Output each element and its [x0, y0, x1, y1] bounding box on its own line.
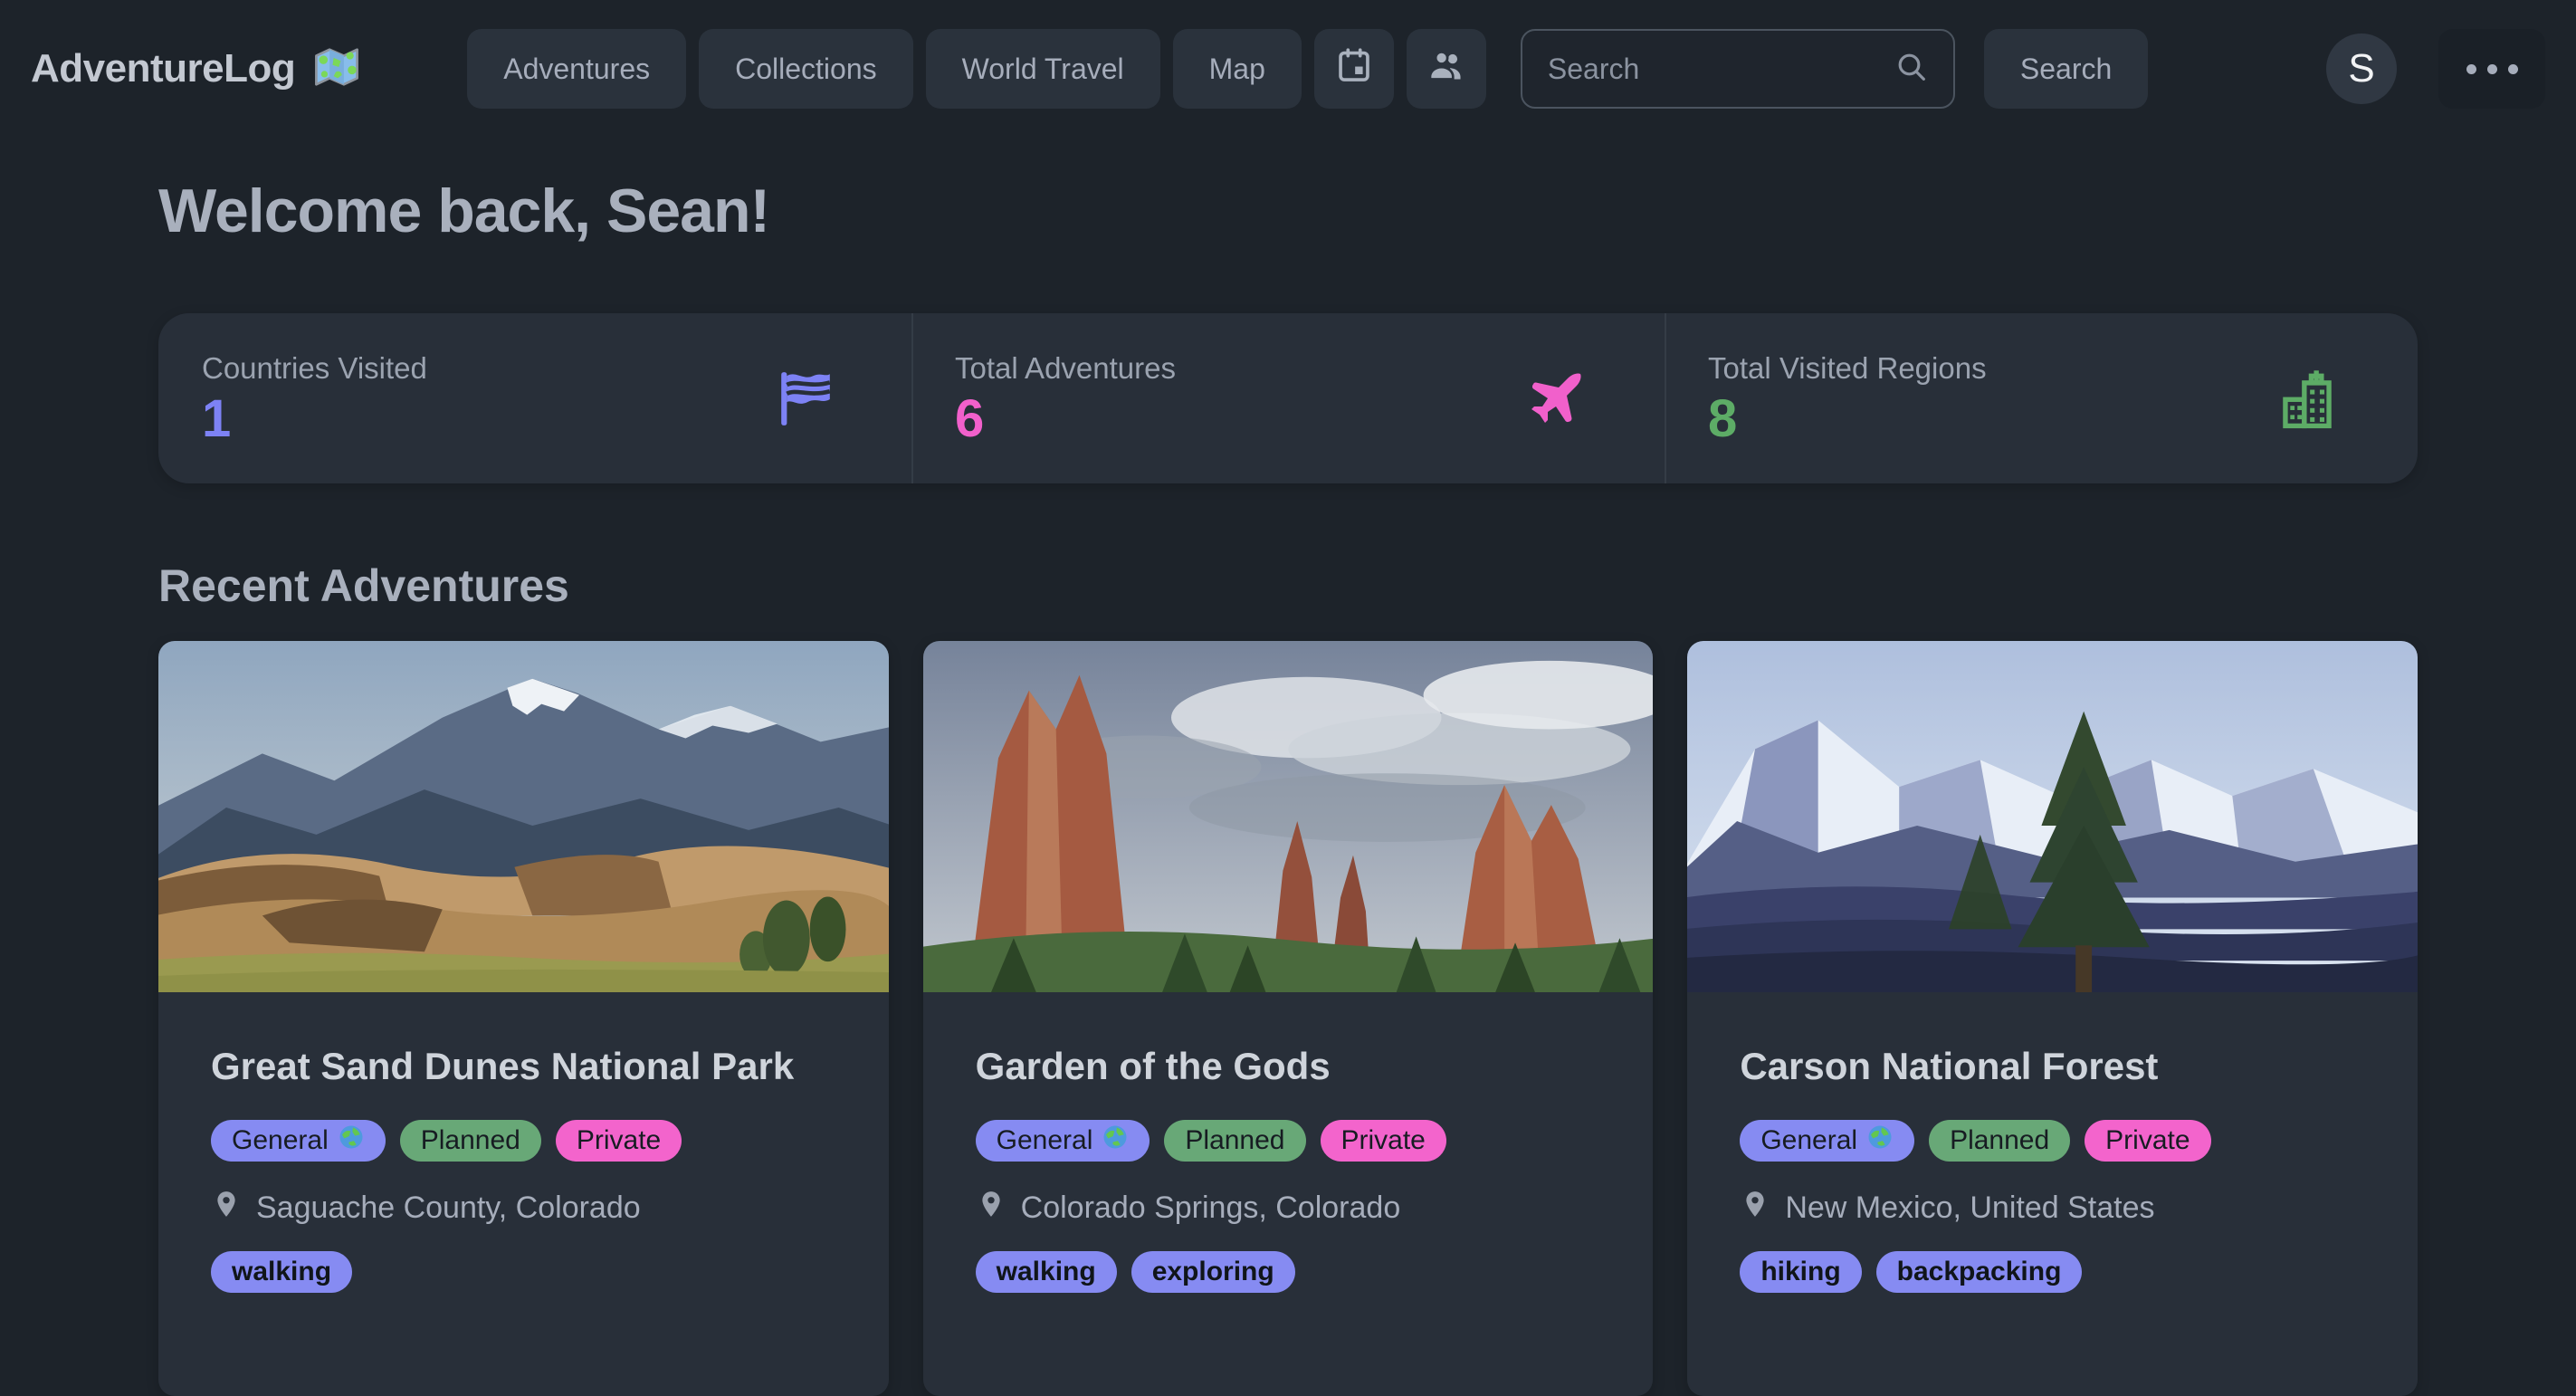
visibility-badge: Private [2085, 1120, 2210, 1162]
card-title: Great Sand Dunes National Park [211, 1037, 836, 1095]
location-text: Colorado Springs, Colorado [1021, 1190, 1401, 1226]
stat-label: Total Visited Regions [1708, 351, 1987, 386]
card-body: Garden of the Gods General [923, 992, 1654, 1338]
status-badge: Planned [400, 1120, 541, 1162]
adventure-card[interactable]: Carson National Forest General [1687, 641, 2418, 1396]
nav-links: Adventures Collections World Travel Map [467, 29, 2148, 109]
card-title: Garden of the Gods [976, 1037, 1601, 1095]
stat-value: 1 [202, 393, 427, 445]
plane-icon [1523, 366, 1589, 431]
stat-label: Total Adventures [955, 351, 1176, 386]
location-row: Colorado Springs, Colorado [976, 1189, 1601, 1228]
stat-countries-visited: Countries Visited 1 [158, 313, 911, 483]
tag-badge: backpacking [1876, 1251, 2083, 1293]
visibility-badge: Private [556, 1120, 682, 1162]
badge-row: General Planned Private [211, 1120, 836, 1162]
search-submit-button[interactable]: Search [1984, 29, 2148, 109]
map-pin-icon [211, 1189, 242, 1228]
users-button[interactable] [1407, 29, 1486, 109]
tag-badge: hiking [1740, 1251, 1861, 1293]
category-badge: General [211, 1120, 386, 1162]
users-icon [1426, 44, 1467, 93]
nav-adventures-button[interactable]: Adventures [467, 29, 686, 109]
tag-row: walking [211, 1251, 836, 1293]
city-icon [2273, 364, 2342, 433]
card-image-illustration [158, 641, 889, 992]
tag-row: hiking backpacking [1740, 1251, 2365, 1293]
category-badge: General [976, 1120, 1150, 1162]
tag-badge: walking [976, 1251, 1117, 1293]
status-badge: Planned [1929, 1120, 2070, 1162]
card-title: Carson National Forest [1740, 1037, 2365, 1095]
status-badge: Planned [1164, 1120, 1305, 1162]
card-body: Carson National Forest General [1687, 992, 2418, 1338]
stat-value: 8 [1708, 393, 1987, 445]
search-field [1521, 29, 1955, 109]
location-row: New Mexico, United States [1740, 1189, 2365, 1228]
navbar: AdventureLog Adventures Collections Worl… [0, 0, 2576, 138]
visibility-badge: Private [1321, 1120, 1446, 1162]
adventure-card[interactable]: Garden of the Gods General [923, 641, 1654, 1396]
ellipsis-icon [2466, 64, 2518, 74]
badge-row: General Planned Private [1740, 1120, 2365, 1162]
avatar-initial: S [2348, 46, 2374, 91]
map-pin-icon [1740, 1189, 1770, 1228]
map-icon [313, 45, 360, 93]
welcome-heading: Welcome back, Sean! [158, 176, 2418, 246]
card-body: Great Sand Dunes National Park General [158, 992, 889, 1338]
category-badge: General [1740, 1120, 1914, 1162]
nav-collections-button[interactable]: Collections [699, 29, 913, 109]
stat-total-visited-regions: Total Visited Regions 8 [1665, 313, 2418, 483]
calendar-button[interactable] [1314, 29, 1394, 109]
app-logo[interactable]: AdventureLog [31, 45, 360, 93]
location-row: Saguache County, Colorado [211, 1189, 836, 1228]
calendar-icon [1333, 44, 1375, 93]
tag-row: walking exploring [976, 1251, 1601, 1293]
globe-icon [338, 1123, 365, 1158]
location-text: New Mexico, United States [1785, 1190, 2154, 1226]
globe-icon [1866, 1123, 1894, 1158]
adventure-card[interactable]: Great Sand Dunes National Park General [158, 641, 889, 1396]
globe-icon [1102, 1123, 1129, 1158]
flag-icon [776, 368, 835, 428]
stats-panel: Countries Visited 1 Total Adventures 6 [158, 313, 2418, 483]
navbar-right: S [2326, 29, 2545, 109]
app-title: AdventureLog [31, 46, 295, 91]
location-text: Saguache County, Colorado [256, 1190, 641, 1226]
search-icon [1894, 49, 1930, 90]
stat-value: 6 [955, 393, 1176, 445]
tag-badge: walking [211, 1251, 352, 1293]
card-image-illustration [1687, 641, 2418, 992]
more-menu-button[interactable] [2438, 29, 2545, 109]
recent-adventures-heading: Recent Adventures [158, 559, 2418, 612]
adventure-cards: Great Sand Dunes National Park General [158, 641, 2418, 1396]
map-pin-icon [976, 1189, 1007, 1228]
stat-label: Countries Visited [202, 351, 427, 386]
search-input[interactable] [1546, 52, 1877, 87]
badge-row: General Planned Private [976, 1120, 1601, 1162]
nav-map-button[interactable]: Map [1173, 29, 1302, 109]
nav-world-travel-button[interactable]: World Travel [926, 29, 1160, 109]
card-image-illustration [923, 641, 1654, 992]
tag-badge: exploring [1131, 1251, 1295, 1293]
main-content: Welcome back, Sean! Countries Visited 1 … [0, 176, 2576, 1396]
avatar[interactable]: S [2326, 33, 2397, 104]
stat-total-adventures: Total Adventures 6 [911, 313, 1665, 483]
